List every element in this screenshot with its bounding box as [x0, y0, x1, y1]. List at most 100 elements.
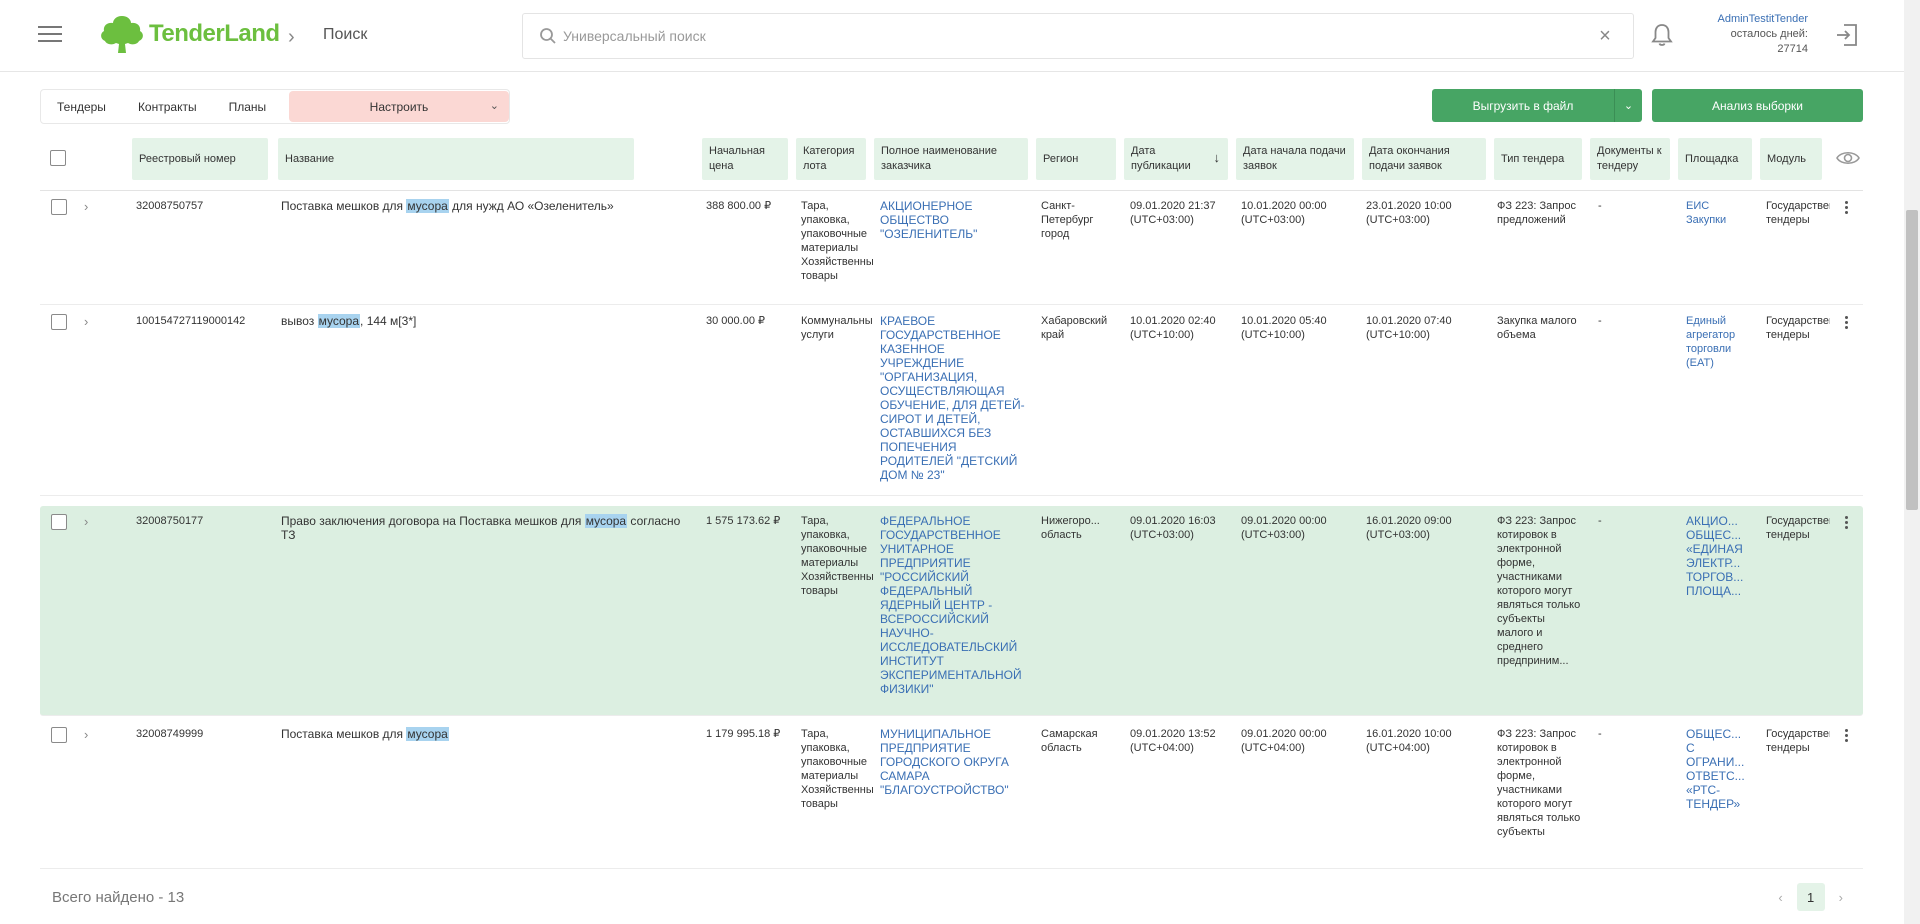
search-input[interactable] — [563, 28, 1595, 44]
results-table: › 32008750757 Поставка мешков для мусора… — [40, 191, 1863, 867]
tree-logo-icon — [101, 16, 143, 53]
user-name[interactable]: AdminTestitTender — [1690, 12, 1809, 27]
row-checkbox[interactable] — [51, 727, 67, 743]
platform-link[interactable]: ОБЩЕС... С ОГРАНИ... ОТВЕТС... «РТС-ТЕНД… — [1686, 727, 1750, 811]
name-text: вывоз — [281, 314, 318, 328]
table-row[interactable]: › 32008750177 Право заключения договора … — [40, 506, 1863, 716]
more-icon[interactable] — [1845, 729, 1849, 744]
module: Государственные тендеры — [1766, 515, 1830, 541]
days-left-value: 27714 — [1777, 43, 1808, 55]
price: 1 179 995.18 ₽ — [706, 728, 781, 740]
breadcrumb-chevron-icon: › — [288, 26, 295, 48]
customer-link[interactable]: КРАЕВОЕ ГОСУДАРСТВЕННОЕ КАЗЕННОЕ УЧРЕЖДЕ… — [880, 314, 1032, 482]
row-checkbox[interactable] — [51, 514, 67, 530]
sort-desc-icon[interactable]: ↓ — [1214, 150, 1221, 165]
row-checkbox[interactable] — [51, 314, 67, 330]
row-checkbox[interactable] — [51, 199, 67, 215]
col-platform[interactable]: Площадка — [1678, 138, 1752, 180]
col-end-date[interactable]: Дата окончания подачи заявок — [1362, 138, 1486, 180]
platform-link[interactable]: АКЦИО... ОБЩЕС... «ЕДИНАЯ ЭЛЕКТР... ТОРГ… — [1686, 514, 1750, 598]
name-text: , 144 м[3*] — [360, 314, 417, 328]
analyze-button[interactable]: Анализ выборки — [1652, 89, 1863, 122]
module: Государственные тендеры — [1766, 315, 1830, 341]
category: Тара, упаковка, упаковочные материалы Хо… — [801, 728, 873, 810]
select-all-checkbox[interactable] — [50, 150, 66, 166]
export-dropdown-icon[interactable]: ⌄ — [1614, 89, 1642, 122]
customer-link[interactable]: АКЦИОНЕРНОЕ ОБЩЕСТВО "ОЗЕЛЕНИТЕЛЬ" — [880, 199, 1032, 241]
col-module[interactable]: Модуль — [1760, 138, 1822, 180]
name-text: Право заключения договора на Поставка ме… — [281, 514, 585, 528]
tender-name[interactable]: Поставка мешков для мусора для нужд АО «… — [281, 199, 691, 213]
end-date: 16.01.2020 10:00 (UTC+04:00) — [1366, 728, 1452, 754]
col-category[interactable]: Категория лота — [796, 138, 866, 180]
tab-plans[interactable]: Планы — [213, 100, 283, 114]
category: Тара, упаковка, упаковочные материалы Хо… — [801, 200, 873, 282]
bell-icon[interactable] — [1650, 22, 1674, 48]
col-price[interactable]: Начальная цена — [702, 138, 788, 180]
expand-chevron-icon[interactable]: › — [84, 514, 88, 529]
pagination: ‹ 1 › — [1778, 883, 1843, 911]
menu-icon[interactable] — [38, 26, 62, 46]
configure-label: Настроить — [369, 99, 429, 114]
expand-chevron-icon[interactable]: › — [84, 727, 88, 742]
logout-icon[interactable] — [1834, 22, 1860, 48]
end-date: 23.01.2020 10:00 (UTC+03:00) — [1366, 200, 1452, 226]
expand-chevron-icon[interactable]: › — [84, 314, 88, 329]
page-scrollbar[interactable] — [1904, 0, 1920, 924]
customer-link[interactable]: ФЕДЕРАЛЬНОЕ ГОСУДАРСТВЕННОЕ УНИТАРНОЕ ПР… — [880, 514, 1036, 696]
export-button[interactable]: Выгрузить в файл ⌄ — [1432, 89, 1642, 122]
col-docs[interactable]: Документы к тендеру — [1590, 138, 1670, 180]
breadcrumb[interactable]: Поиск — [323, 26, 367, 44]
page-number[interactable]: 1 — [1796, 883, 1825, 911]
name-text: Поставка мешков для — [281, 199, 407, 213]
search-icon — [540, 28, 556, 44]
next-page-icon[interactable]: › — [1839, 890, 1843, 905]
tender-name[interactable]: Право заключения договора на Поставка ме… — [281, 514, 691, 542]
platform-link[interactable]: ЕИС Закупки — [1686, 199, 1750, 227]
col-reg-number[interactable]: Реестровый номер — [132, 138, 268, 180]
name-text: Поставка мешков для — [281, 727, 407, 741]
pub-date: 09.01.2020 13:52 (UTC+04:00) — [1130, 728, 1216, 754]
customer-link[interactable]: МУНИЦИПАЛЬНОЕ ПРЕДПРИЯТИЕ ГОРОДСКОГО ОКР… — [880, 727, 1032, 797]
expand-chevron-icon[interactable]: › — [84, 199, 88, 214]
reg-number[interactable]: 32008750757 — [136, 199, 272, 213]
scrollbar-thumb[interactable] — [1906, 210, 1918, 510]
tender-name[interactable]: вывоз мусора, 144 м[3*] — [281, 314, 691, 328]
col-type[interactable]: Тип тендера — [1494, 138, 1582, 180]
col-region[interactable]: Регион — [1036, 138, 1116, 180]
eye-icon[interactable] — [1836, 149, 1860, 167]
tab-contracts[interactable]: Контракты — [122, 100, 213, 114]
category: Коммунальные услуги — [801, 315, 873, 341]
pub-date: 09.01.2020 21:37 (UTC+03:00) — [1130, 200, 1216, 226]
table-header: Реестровый номер Название Начальная цена… — [40, 138, 1863, 180]
price: 1 575 173.62 ₽ — [706, 515, 781, 527]
reg-number[interactable]: 32008749999 — [136, 727, 272, 741]
tab-tenders[interactable]: Тендеры — [41, 100, 122, 114]
category: Тара, упаковка, упаковочные материалы Хо… — [801, 515, 873, 597]
prev-page-icon[interactable]: ‹ — [1778, 890, 1782, 905]
col-name[interactable]: Название — [278, 138, 634, 180]
table-row[interactable]: › 32008749999 Поставка мешков для мусора… — [40, 719, 1863, 867]
start-date: 10.01.2020 00:00 (UTC+03:00) — [1241, 200, 1327, 226]
tender-type: Закупка малого объема — [1497, 315, 1577, 341]
table-row[interactable]: › 100154727119000142 вывоз мусора, 144 м… — [40, 306, 1863, 496]
col-start-date[interactable]: Дата начала подачи заявок — [1236, 138, 1354, 180]
table-row[interactable]: › 32008750757 Поставка мешков для мусора… — [40, 191, 1863, 305]
reg-number[interactable]: 32008750177 — [136, 514, 272, 528]
type-tabs: Тендеры Контракты Планы Настроить ⌄ — [40, 89, 510, 124]
col-pub-date[interactable]: Дата публикации ↓ — [1124, 138, 1228, 180]
search-highlight: мусора — [317, 314, 361, 328]
configure-dropdown[interactable]: Настроить ⌄ — [289, 91, 509, 122]
more-icon[interactable] — [1845, 316, 1849, 331]
end-date: 10.01.2020 07:40 (UTC+10:00) — [1366, 315, 1452, 341]
col-customer[interactable]: Полное наименование заказчика — [874, 138, 1028, 180]
platform-link[interactable]: Единый агрегатор торговли (ЕАТ) — [1686, 314, 1750, 370]
clear-search-icon[interactable]: × — [1595, 26, 1615, 46]
logo[interactable]: TenderLand — [99, 14, 280, 54]
logo-text: TenderLand — [149, 20, 280, 47]
reg-number[interactable]: 100154727119000142 — [136, 314, 272, 328]
user-info[interactable]: AdminTestitTender осталось дней: 27714 — [1690, 12, 1809, 57]
more-icon[interactable] — [1845, 201, 1849, 216]
tender-name[interactable]: Поставка мешков для мусора — [281, 727, 691, 741]
more-icon[interactable] — [1845, 516, 1849, 531]
